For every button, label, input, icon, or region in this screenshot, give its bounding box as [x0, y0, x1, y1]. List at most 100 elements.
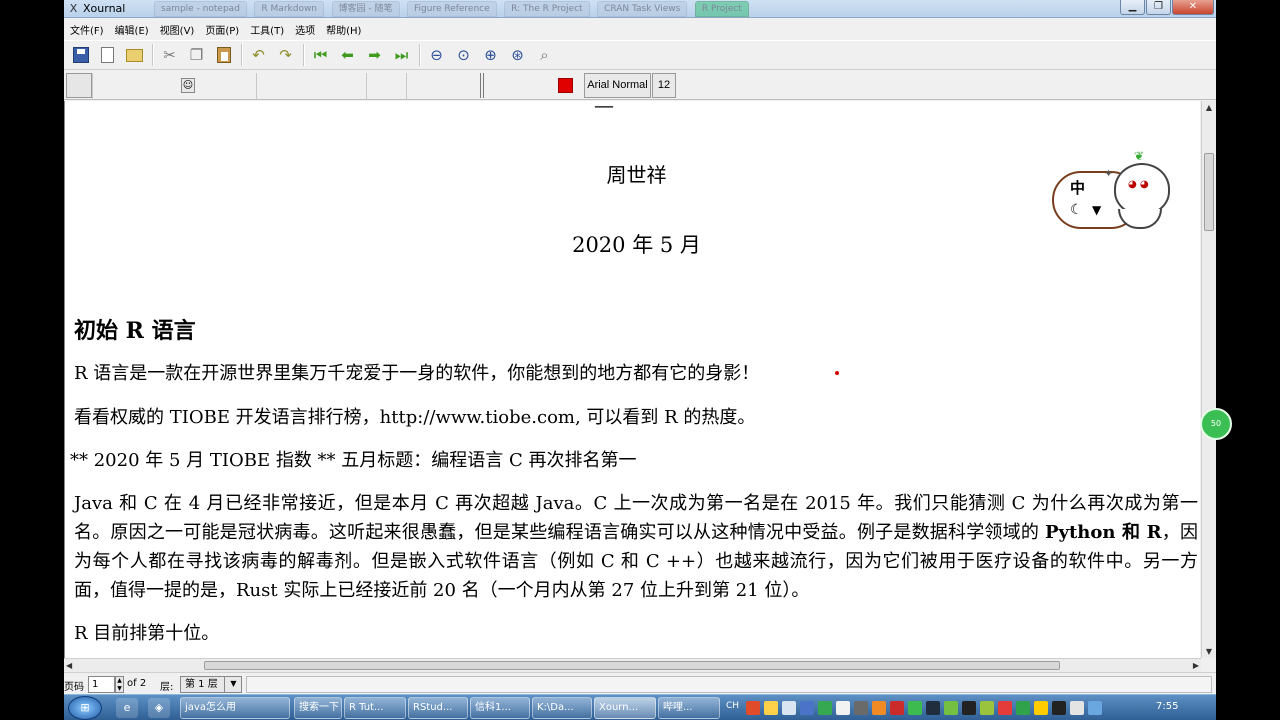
- task-java[interactable]: java怎么用: [180, 697, 290, 719]
- zoom-out-button[interactable]: ⊖: [424, 43, 449, 67]
- sticker-char: 中: [1070, 179, 1086, 197]
- paragraph-body-bold: Python 和 R: [1044, 522, 1162, 543]
- copy-icon: ❐: [189, 45, 204, 64]
- tray-icon[interactable]: [1052, 701, 1066, 715]
- menu-view[interactable]: 视图(V): [160, 22, 195, 37]
- xournal-app-icon: X: [69, 2, 78, 15]
- screen-right-border: [1216, 0, 1280, 720]
- tray-icon[interactable]: [782, 701, 796, 715]
- zoom-set-button[interactable]: ⌕: [532, 43, 557, 67]
- page-title-cut-off: —: [594, 101, 614, 117]
- save-button[interactable]: [68, 43, 93, 67]
- app-pin-icon[interactable]: ◈: [148, 698, 170, 718]
- user-icon[interactable]: ☺: [181, 78, 195, 93]
- tray-icon[interactable]: [800, 701, 814, 715]
- paste-button[interactable]: [211, 43, 236, 67]
- toolbar-slot: [406, 73, 480, 99]
- pen-tool-button[interactable]: [66, 73, 92, 98]
- tray-icon[interactable]: [998, 701, 1012, 715]
- first-page-button[interactable]: ⏮: [308, 43, 333, 67]
- next-page-button[interactable]: ➡: [362, 43, 387, 67]
- tray-icon[interactable]: [836, 701, 850, 715]
- tray-icon[interactable]: [926, 701, 940, 715]
- task-explorer[interactable]: K:\Da...: [532, 697, 592, 719]
- scroll-up-icon[interactable]: ▲: [1202, 101, 1216, 114]
- tray-icon[interactable]: [854, 701, 868, 715]
- title-bar: X Xournal sample - notepad R Markdown 博客…: [64, 0, 1216, 18]
- start-button[interactable]: ⊞: [68, 696, 102, 720]
- page-width-button[interactable]: ⊛: [505, 43, 530, 67]
- horizontal-scroll-thumb[interactable]: [204, 661, 1060, 670]
- tray-icon[interactable]: [1088, 701, 1102, 715]
- menu-tools[interactable]: 工具(T): [250, 22, 284, 37]
- task-xournal[interactable]: Xourn...: [594, 697, 656, 719]
- vertical-scrollbar[interactable]: ▲ ▼: [1201, 101, 1216, 658]
- tray-icon[interactable]: [818, 701, 832, 715]
- horizontal-scrollbar[interactable]: ◀ ▶: [64, 658, 1201, 672]
- chevron-down-icon[interactable]: ▼: [224, 676, 242, 693]
- ghost-tab: CRAN Task Views: [597, 1, 688, 17]
- menu-page[interactable]: 页面(P): [205, 22, 239, 37]
- tray-icon[interactable]: [1034, 701, 1048, 715]
- ie-pin-icon[interactable]: e: [116, 698, 138, 718]
- task-rstudio[interactable]: RStud...: [408, 697, 468, 719]
- scroll-left-icon[interactable]: ◀: [66, 659, 72, 672]
- tray-icon[interactable]: [872, 701, 886, 715]
- close-button[interactable]: ✕: [1172, 0, 1214, 15]
- page-spinner[interactable]: ▲ ▼: [115, 676, 124, 693]
- windows-logo-icon: ⊞: [80, 701, 90, 714]
- undo-button[interactable]: ↶: [246, 43, 271, 67]
- cut-button[interactable]: ✂: [157, 43, 182, 67]
- save-icon: [72, 47, 89, 63]
- maximize-button[interactable]: ❐: [1146, 0, 1171, 15]
- sprout-icon: ❦: [1134, 149, 1145, 163]
- tray-icon[interactable]: [1070, 701, 1084, 715]
- vertical-scroll-thumb[interactable]: [1204, 153, 1214, 231]
- tray-icon[interactable]: [764, 701, 778, 715]
- menu-bar: 文件(F) 编辑(E) 视图(V) 页面(P) 工具(T) 选项 帮助(H): [64, 19, 1216, 39]
- tray-icon[interactable]: [746, 701, 760, 715]
- page-number-input[interactable]: 1: [88, 676, 115, 693]
- layer-value: 第 1 层: [185, 679, 218, 690]
- menu-help[interactable]: 帮助(H): [326, 22, 361, 37]
- task-search[interactable]: 搜索一下: [294, 697, 342, 719]
- task-xinke[interactable]: 信科1...: [470, 697, 530, 719]
- scroll-down-icon[interactable]: ▼: [1202, 645, 1216, 658]
- document-canvas[interactable]: — 周世祥 2020 年 5 月 初始 R 语言 R 语言是一款在开源世界里集万…: [64, 101, 1200, 658]
- toolbar-handle[interactable]: [480, 73, 484, 98]
- menu-options[interactable]: 选项: [295, 22, 315, 37]
- task-r-tutorial[interactable]: R Tut...: [344, 697, 406, 719]
- tray-icon[interactable]: [908, 701, 922, 715]
- tray-icon[interactable]: [962, 701, 976, 715]
- mascot-face: ◕ ◕: [1114, 163, 1170, 215]
- tray-icon[interactable]: [944, 701, 958, 715]
- tray-icon[interactable]: [1016, 701, 1030, 715]
- font-button[interactable]: Arial Normal: [584, 73, 651, 98]
- zoom-out-icon: ⊖: [430, 45, 443, 64]
- zoom-normal-button[interactable]: ⊙: [451, 43, 476, 67]
- floating-badge[interactable]: 50: [1200, 408, 1232, 440]
- toolbar-separator: [419, 44, 421, 66]
- font-size-button[interactable]: 12: [652, 73, 676, 98]
- redo-button[interactable]: ↷: [273, 43, 298, 67]
- copy-button[interactable]: ❐: [184, 43, 209, 67]
- menu-file[interactable]: 文件(F): [70, 22, 104, 37]
- toolbar-separator: [152, 44, 154, 66]
- scroll-right-icon[interactable]: ▶: [1193, 659, 1199, 672]
- previous-page-button[interactable]: ⬅: [335, 43, 360, 67]
- clock[interactable]: 7:55: [1156, 701, 1178, 712]
- tray-icon[interactable]: [980, 701, 994, 715]
- task-bilibili[interactable]: 哔哩...: [658, 697, 720, 719]
- paragraph-intro: R 语言是一款在开源世界里集万千宠爱于一身的软件，你能想到的地方都有它的身影！: [74, 363, 760, 384]
- last-page-button[interactable]: ⏭: [389, 43, 414, 67]
- tray-icon[interactable]: [890, 701, 904, 715]
- menu-edit[interactable]: 编辑(E): [115, 22, 149, 37]
- pen-color-swatch[interactable]: [558, 78, 573, 93]
- open-button[interactable]: [122, 43, 147, 67]
- zoom-in-button[interactable]: ⊕: [478, 43, 503, 67]
- section-heading: 初始 R 语言: [74, 318, 196, 344]
- ime-indicator[interactable]: CH: [726, 701, 739, 711]
- minimize-button[interactable]: ▁: [1120, 0, 1145, 15]
- new-button[interactable]: [95, 43, 120, 67]
- arrow-left-icon: ⬅: [341, 45, 354, 64]
